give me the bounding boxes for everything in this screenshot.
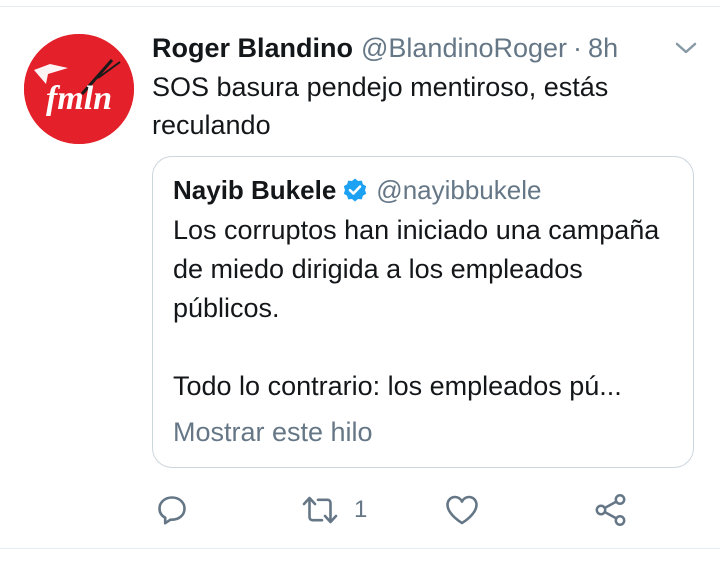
author-handle[interactable]: @BlandinoRoger [361,30,567,66]
share-icon [595,494,626,526]
quoted-tweet-text: Los corruptos han iniciado una campaña d… [173,211,678,406]
reply-button[interactable] [155,488,189,532]
share-button[interactable] [594,488,628,532]
reply-icon [158,496,186,525]
heart-icon [446,495,478,525]
quoted-author-handle: @nayibbukele [376,174,542,205]
retweet-count: 1 [354,496,368,523]
quoted-author-name: Nayib Bukele [173,174,337,205]
retweet-icon [302,496,338,524]
quoted-tweet-header: Nayib Bukele @nayibbukele [173,173,541,207]
show-thread-link[interactable]: Mostrar este hilo [173,413,373,451]
top-divider [0,6,720,7]
verified-badge-icon [342,177,368,203]
tweet-actions-bar: 1 [0,488,720,532]
tweet-time[interactable]: 8h [588,30,618,66]
tweet-header: Roger Blandino @BlandinoRoger · 8h [152,30,618,66]
separator-dot: · [573,33,583,63]
tweet-text: SOS basura pendejo mentiroso, estás recu… [152,72,609,140]
fmln-logo-icon: fmln [24,34,134,144]
quoted-paragraph-2: Todo lo contrario: los empleados pú... [173,371,622,401]
quoted-tweet-card[interactable]: Nayib Bukele @nayibbukele Los corruptos … [152,156,694,468]
svg-text:fmln: fmln [46,80,112,117]
quoted-paragraph-1: Los corruptos han iniciado una campaña d… [173,215,660,323]
retweet-button[interactable]: 1 [300,488,367,532]
like-button[interactable] [444,488,480,532]
author-name[interactable]: Roger Blandino [152,30,353,66]
more-options-chevron-down-icon[interactable] [674,40,698,56]
avatar[interactable]: fmln [24,34,134,144]
bottom-divider [0,548,720,549]
